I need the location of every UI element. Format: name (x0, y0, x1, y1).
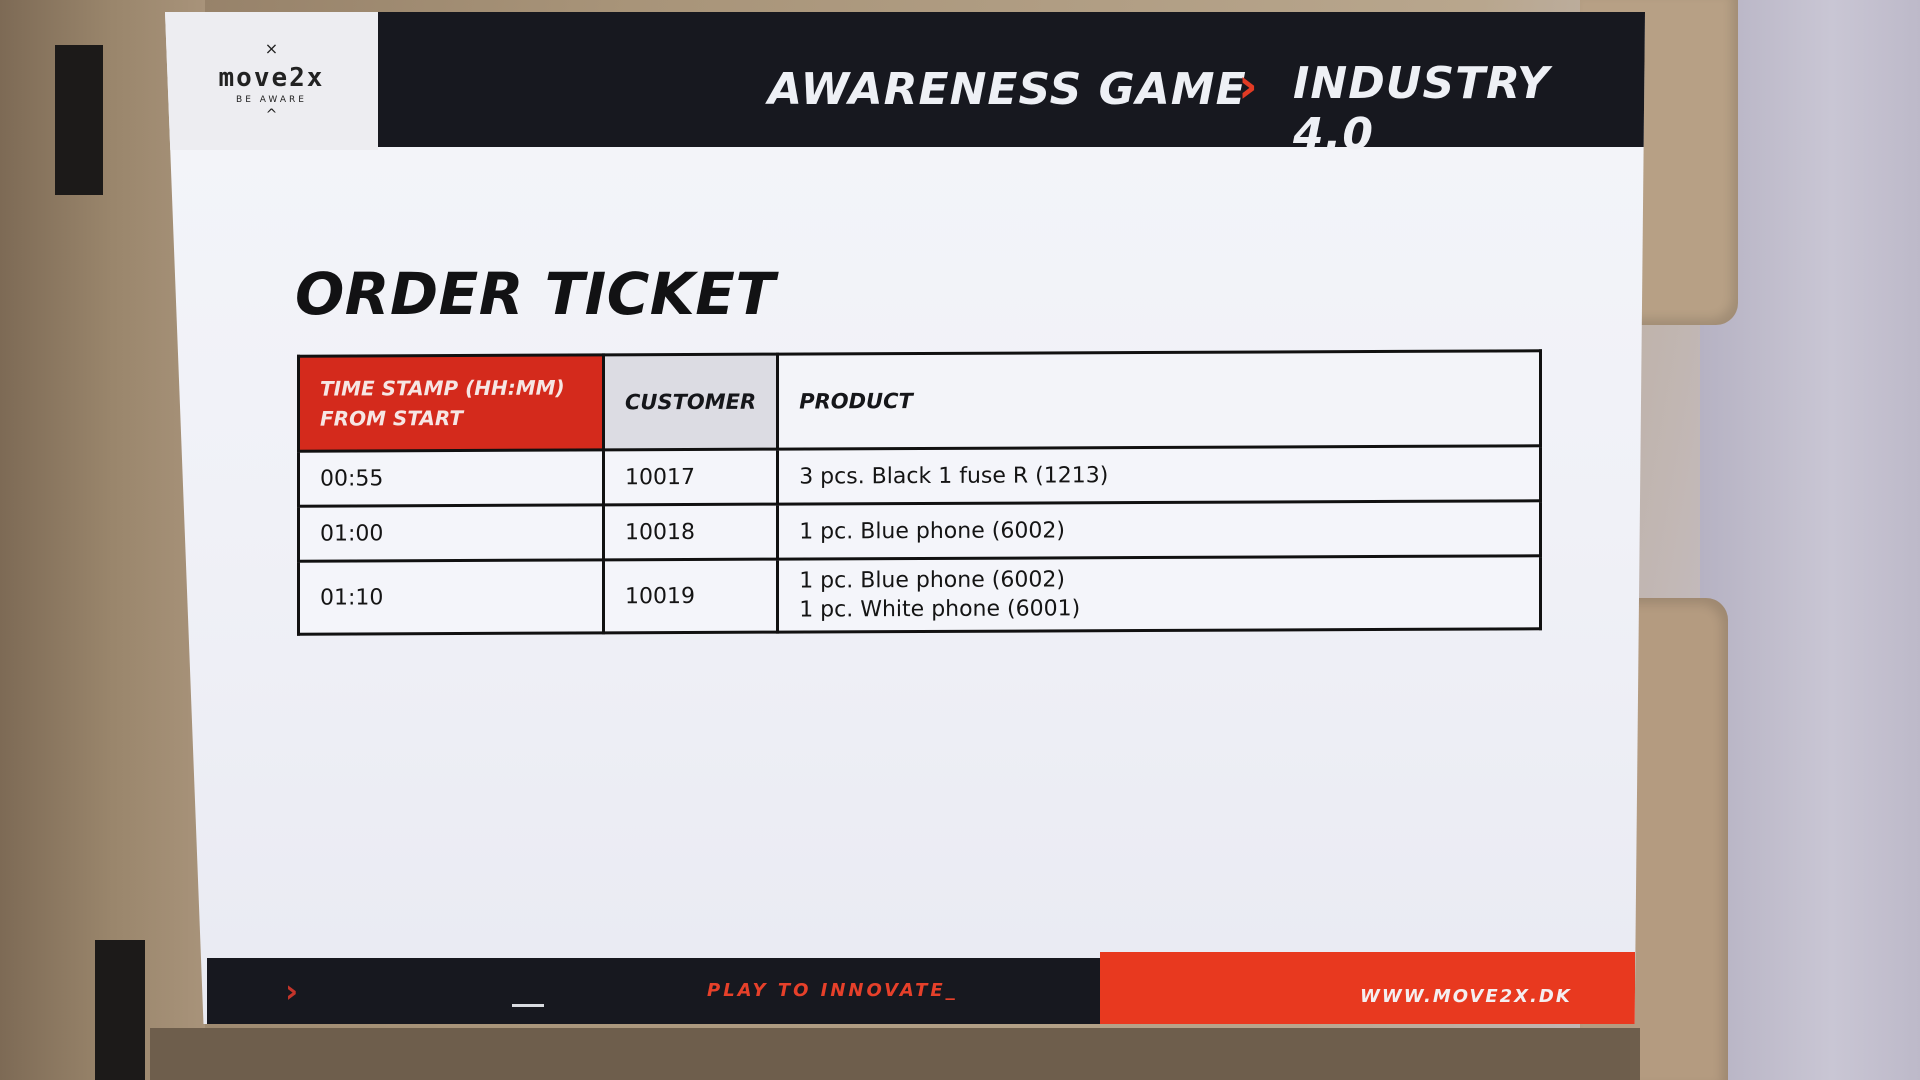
table-header-row: TIME STAMP (HH:MM) FROM START CUSTOMER P… (298, 350, 1541, 452)
cell-time: 00:55 (298, 449, 604, 507)
page-title: ORDER TICKET (295, 260, 776, 328)
product-line: 1 pc. White phone (6001) (799, 596, 1081, 623)
column-header-time-line2: FROM START (320, 405, 464, 431)
footer-url-band: WWW.MOVE2X.DK (1100, 952, 1635, 1024)
logo-wordmark: move2x (218, 63, 325, 93)
chevron-right-icon: › (285, 972, 299, 1010)
cell-customer: 10017 (603, 449, 778, 505)
footer-url: WWW.MOVE2X.DK (1360, 986, 1572, 1007)
column-header-time-line1: TIME STAMP (HH:MM) (320, 375, 565, 401)
cardboard-shelf (150, 1028, 1640, 1080)
dark-clip-top (55, 45, 103, 195)
logo-tagline: BE AWARE (236, 95, 307, 105)
header-title: AWARENESS GAME (768, 64, 1247, 115)
cell-customer: 10019 (603, 559, 778, 633)
chevron-right-icon: › (1238, 58, 1259, 114)
cell-time: 01:10 (298, 559, 604, 635)
table-row: 01:10 10019 1 pc. Blue phone (6002) 1 pc… (298, 555, 1541, 635)
column-header-time: TIME STAMP (HH:MM) FROM START (298, 354, 604, 452)
table-row: 00:55 10017 3 pcs. Black 1 fuse R (1213) (298, 445, 1541, 507)
cell-product: 1 pc. Blue phone (6002) (777, 500, 1541, 560)
logo: × move2x BE AWARE ^ (165, 12, 378, 150)
footer-bar: › PLAY TO INNOVATE_ (207, 958, 1100, 1024)
dark-clip-bottom (95, 940, 145, 1080)
column-header-product: PRODUCT (777, 350, 1541, 450)
logo-mark-top: × (264, 39, 279, 58)
cell-product: 1 pc. Blue phone (6002) 1 pc. White phon… (777, 555, 1541, 633)
logo-mark-bottom: ^ (265, 107, 278, 123)
cell-customer: 10018 (603, 504, 778, 560)
column-header-customer: CUSTOMER (603, 354, 778, 450)
cell-time: 01:00 (298, 504, 604, 562)
footer-dash (512, 1004, 544, 1007)
order-ticket-sheet: × move2x BE AWARE ^ AWARENESS GAME › IND… (165, 12, 1645, 1024)
order-table: TIME STAMP (HH:MM) FROM START CUSTOMER P… (297, 349, 1542, 635)
header-subtitle: INDUSTRY 4.0 (1293, 58, 1550, 160)
footer-slogan: PLAY TO INNOVATE_ (707, 980, 958, 1001)
product-line: 1 pc. Blue phone (6002) (799, 567, 1065, 594)
table-row: 01:00 10018 1 pc. Blue phone (6002) (298, 500, 1541, 562)
cell-product: 3 pcs. Black 1 fuse R (1213) (777, 445, 1541, 505)
header-bar: AWARENESS GAME › INDUSTRY 4.0 (378, 12, 1645, 160)
